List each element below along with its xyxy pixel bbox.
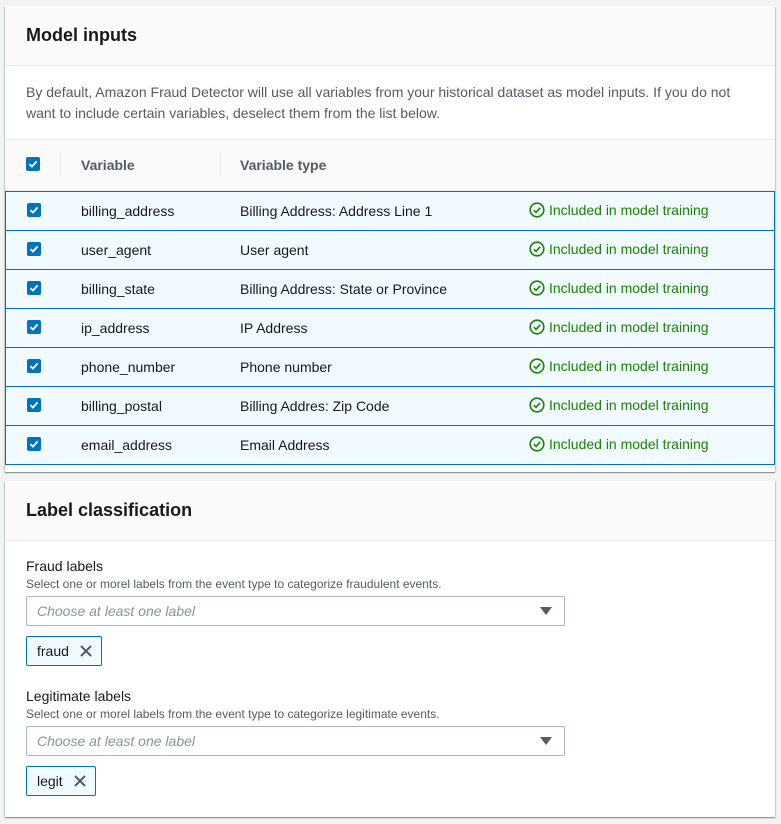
caret-down-icon: [540, 607, 552, 615]
legit-token-label: legit: [37, 773, 63, 789]
variable-name: billing_postal: [81, 398, 162, 414]
select-all-checkbox[interactable]: [26, 157, 40, 171]
fraud-token-label: fraud: [37, 643, 69, 659]
training-status: Included in model training: [529, 202, 709, 218]
model-inputs-description: By default, Amazon Fraud Detector will u…: [5, 66, 775, 140]
table-header: Variable Variable type: [5, 140, 775, 191]
check-circle-icon: [529, 202, 545, 218]
label-classification-title: Label classification: [26, 500, 193, 520]
column-header-variable[interactable]: Variable: [81, 157, 135, 173]
row-checkbox[interactable]: [27, 398, 41, 412]
training-status-label: Included in model training: [549, 319, 709, 335]
check-circle-icon: [529, 436, 545, 452]
legitimate-labels-select[interactable]: Choose at least one label: [26, 726, 565, 756]
training-status-label: Included in model training: [549, 397, 709, 413]
checkmark-icon: [29, 206, 39, 214]
checkmark-icon: [28, 160, 38, 168]
variable-type: Email Address: [240, 437, 330, 453]
training-status: Included in model training: [529, 319, 709, 335]
fraud-token: fraud: [26, 636, 102, 666]
checkmark-icon: [29, 440, 39, 448]
checkmark-icon: [29, 284, 39, 292]
table-row[interactable]: user_agent User agent Included in model tr…: [5, 230, 775, 270]
table-row[interactable]: billing_address Billing Address: Address …: [5, 191, 775, 231]
training-status: Included in model training: [529, 436, 709, 452]
check-circle-icon: [529, 319, 545, 335]
check-circle-icon: [529, 241, 545, 257]
row-checkbox[interactable]: [27, 437, 41, 451]
variable-name: billing_state: [81, 281, 155, 297]
row-checkbox[interactable]: [27, 242, 41, 256]
variable-type: Billing Address: Address Line 1: [240, 203, 433, 219]
variable-name: email_address: [81, 437, 173, 453]
fraud-labels-label: Fraud labels: [26, 558, 104, 574]
checkmark-icon: [29, 362, 39, 370]
row-checkbox[interactable]: [27, 281, 41, 295]
checkmark-icon: [29, 323, 39, 331]
column-divider: [220, 152, 221, 176]
fraud-labels-placeholder: Choose at least one label: [37, 603, 195, 619]
training-status: Included in model training: [529, 397, 709, 413]
training-status-label: Included in model training: [549, 358, 709, 374]
table-row[interactable]: billing_postal Billing Addres: Zip Code In…: [5, 386, 775, 426]
model-inputs-title: Model inputs: [26, 25, 137, 45]
label-classification-header: Label classification: [5, 481, 775, 541]
legitimate-labels-label: Legitimate labels: [26, 688, 132, 704]
close-icon[interactable]: [79, 644, 93, 658]
training-status: Included in model training: [529, 241, 709, 257]
variable-type: Phone number: [240, 359, 332, 375]
training-status-label: Included in model training: [549, 202, 709, 218]
variable-name: phone_number: [81, 359, 176, 375]
model-inputs-panel: Model inputs By default, Amazon Fraud De…: [5, 6, 775, 472]
variable-type: Billing Address: State or Province: [240, 281, 447, 297]
caret-down-icon: [540, 737, 552, 745]
training-status-label: Included in model training: [549, 280, 709, 296]
column-header-variable-type[interactable]: Variable type: [240, 157, 326, 173]
training-status: Included in model training: [529, 280, 709, 296]
close-icon[interactable]: [73, 774, 87, 788]
variable-type: Billing Addres: Zip Code: [240, 398, 390, 414]
legit-token: legit: [26, 766, 96, 796]
column-divider: [60, 152, 61, 176]
row-checkbox[interactable]: [27, 203, 41, 217]
training-status-label: Included in model training: [549, 436, 709, 452]
variable-name: user_agent: [81, 242, 152, 258]
fraud-labels-select[interactable]: Choose at least one label: [26, 596, 565, 626]
fraud-labels-description: Select one or morel labels from the even…: [26, 577, 442, 591]
checkmark-icon: [29, 245, 39, 253]
training-status: Included in model training: [529, 358, 709, 374]
check-circle-icon: [529, 358, 545, 374]
row-checkbox[interactable]: [27, 359, 41, 373]
check-circle-icon: [529, 397, 545, 413]
check-circle-icon: [529, 280, 545, 296]
variable-type: IP Address: [240, 320, 308, 336]
table-row[interactable]: phone_number Phone number Included in mode…: [5, 347, 775, 387]
checkmark-icon: [29, 401, 39, 409]
variables-table-body: billing_address Billing Address: Address …: [5, 191, 775, 465]
legitimate-labels-description: Select one or morel labels from the even…: [26, 707, 440, 721]
table-row[interactable]: billing_state Billing Address: State or P…: [5, 269, 775, 309]
training-status-label: Included in model training: [549, 241, 709, 257]
label-classification-panel: Label classification Fraud labels Select…: [5, 481, 775, 817]
variable-type: User agent: [240, 242, 309, 258]
legitimate-labels-placeholder: Choose at least one label: [37, 733, 195, 749]
model-inputs-header: Model inputs: [5, 6, 775, 66]
table-row[interactable]: ip_address IP Address Included in model tr…: [5, 308, 775, 348]
variable-name: billing_address: [81, 203, 175, 219]
table-row[interactable]: email_address Email Address Included in mo…: [5, 425, 775, 465]
row-checkbox[interactable]: [27, 320, 41, 334]
variable-name: ip_address: [81, 320, 150, 336]
